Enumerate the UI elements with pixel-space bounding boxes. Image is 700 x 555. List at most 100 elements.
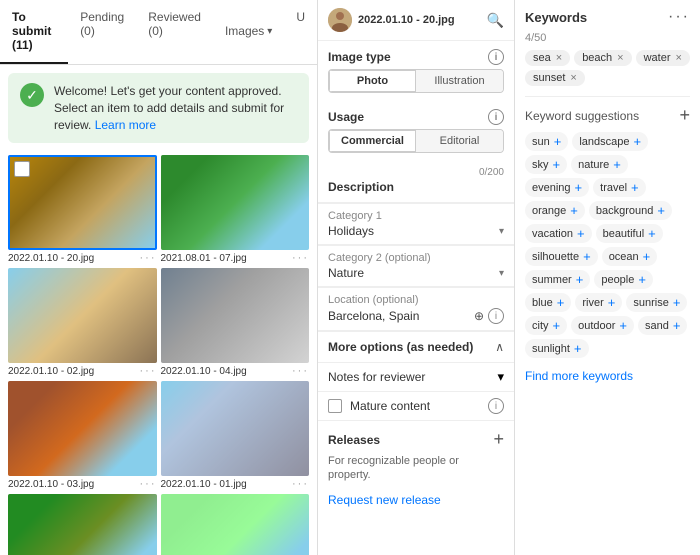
image-thumbnail[interactable] [161,268,310,363]
suggestion-tag: vacation+ [525,224,592,243]
add-keyword-icon[interactable]: + [634,134,642,149]
add-keyword-icon[interactable]: + [553,318,561,333]
check-icon: ✓ [20,83,44,107]
keywords-title: Keywords [525,10,587,25]
welcome-banner: ✓ Welcome! Let's get your content approv… [8,73,309,143]
suggestion-tag: sunlight+ [525,339,589,358]
detail-panel: 2022.01.10 - 20.jpg 🔍 Image type i Photo… [318,0,515,555]
keyword-tag: sunset× [525,70,585,86]
suggestion-tag: orange+ [525,201,585,220]
suggestion-tag: sun+ [525,132,568,151]
image-thumbnail[interactable] [161,155,310,250]
add-keyword-icon[interactable]: + [608,295,616,310]
add-keyword-icon[interactable]: + [638,272,646,287]
suggestion-tag: silhouette+ [525,247,598,266]
suggestion-tag: sand+ [638,316,687,335]
image-menu-dots[interactable]: ··· [140,365,157,377]
add-keyword-icon[interactable]: + [673,295,681,310]
remove-keyword-icon[interactable]: × [556,52,562,64]
list-item: 2021.08.01 - 07.jpg ··· [161,155,310,264]
location-section: Location (optional) Barcelona, Spain ⊕ i [318,288,514,331]
mature-content-row: Mature content i [318,392,514,420]
remove-keyword-icon[interactable]: × [570,72,576,84]
add-keyword-icon[interactable]: + [574,341,582,356]
add-keyword-icon[interactable]: + [577,226,585,241]
remove-keyword-icon[interactable]: × [676,52,682,64]
add-keyword-icon[interactable]: + [619,318,627,333]
tab-pending[interactable]: Pending (0) [68,0,136,64]
image-thumbnail[interactable] [161,381,310,476]
tab-images[interactable]: Images ▾ [213,0,284,64]
suggestion-tag: people+ [594,270,653,289]
image-menu-dots[interactable]: ··· [140,252,157,264]
image-filename: 2022.01.10 - 01.jpg [161,479,247,490]
more-options-toggle[interactable]: More options (as needed) ∧ [318,332,514,362]
request-release-link[interactable]: Request new release [318,489,514,517]
description-label: Description [328,180,394,194]
add-keyword-icon[interactable]: + [554,134,562,149]
suggestion-tag: river+ [575,293,622,312]
suggestions-title: Keyword suggestions [525,109,639,123]
image-thumbnail[interactable] [161,494,310,555]
tab-u[interactable]: U [284,0,317,64]
add-keyword-icon[interactable]: + [631,180,639,195]
keyword-tag: water× [636,50,690,66]
list-item: 2022.01.10 - 01.jpg ··· [161,381,310,490]
suggestion-tag: city+ [525,316,567,335]
find-more-keywords-link[interactable]: Find more keywords [525,369,633,383]
image-thumbnail[interactable] [8,494,157,555]
image-thumbnail[interactable] [8,268,157,363]
add-keyword-icon[interactable]: + [557,295,565,310]
add-keyword-icon[interactable]: + [570,203,578,218]
tab-reviewed[interactable]: Reviewed (0) [136,0,213,64]
list-item: 2021.08.01 - 03.jpg ··· [161,494,310,555]
usage-info-icon[interactable]: i [488,109,504,125]
add-keyword-icon[interactable]: + [583,249,591,264]
images-chevron-icon: ▾ [267,26,272,37]
location-value[interactable]: Barcelona, Spain [328,309,419,323]
releases-add-icon[interactable]: + [493,429,504,450]
list-item: 2022.01.10 - 04.jpg ··· [161,268,310,377]
suggestion-tags-list: sun+ landscape+ sky+ nature+ evening+ tr… [525,132,690,358]
remove-keyword-icon[interactable]: × [617,52,623,64]
releases-label: Releases [328,433,380,447]
add-keyword-icon[interactable]: + [648,226,656,241]
keywords-more-icon[interactable]: ··· [668,8,690,26]
add-keyword-icon[interactable]: + [673,318,681,333]
photo-button[interactable]: Photo [329,70,416,92]
category2-value[interactable]: Nature [328,266,364,280]
image-thumbnail[interactable] [8,155,157,250]
description-section: 0/200 Description [318,161,514,203]
mature-info-icon[interactable]: i [488,398,504,414]
mature-checkbox[interactable] [328,399,342,413]
keywords-panel: Keywords ··· 4/50 sea× beach× water× sun… [515,0,700,555]
image-thumbnail[interactable] [8,381,157,476]
info-icon[interactable]: i [488,49,504,65]
usage-toggle: Commercial Editorial [328,129,504,153]
category1-section: Category 1 Holidays ▾ [318,204,514,245]
notes-label: Notes for reviewer [328,370,425,384]
image-menu-dots[interactable]: ··· [140,478,157,490]
editorial-button[interactable]: Editorial [416,130,503,152]
commercial-button[interactable]: Commercial [329,130,416,152]
image-menu-dots[interactable]: ··· [292,365,309,377]
suggestion-tag: sunrise+ [626,293,687,312]
learn-more-link[interactable]: Learn more [95,118,156,132]
add-keyword-icon[interactable]: + [657,203,665,218]
image-menu-dots[interactable]: ··· [292,478,309,490]
add-keyword-icon[interactable]: + [613,157,621,172]
keyword-tags-list: sea× beach× water× sunset× [525,50,690,86]
location-info-icon[interactable]: i [488,308,504,324]
add-keyword-icon[interactable]: + [576,272,584,287]
add-keyword-icon[interactable]: + [553,157,561,172]
image-checkbox[interactable] [14,161,30,177]
add-keyword-icon[interactable]: + [575,180,583,195]
category1-value[interactable]: Holidays [328,224,374,238]
search-icon[interactable]: 🔍 [487,12,504,29]
add-keyword-icon[interactable]: + [643,249,651,264]
image-menu-dots[interactable]: ··· [292,252,309,264]
tab-to-submit[interactable]: To submit (11) [0,0,68,64]
illustration-button[interactable]: Illustration [416,70,503,92]
add-suggestions-icon[interactable]: + [679,105,690,126]
notes-row: Notes for reviewer ▾ [318,363,514,391]
